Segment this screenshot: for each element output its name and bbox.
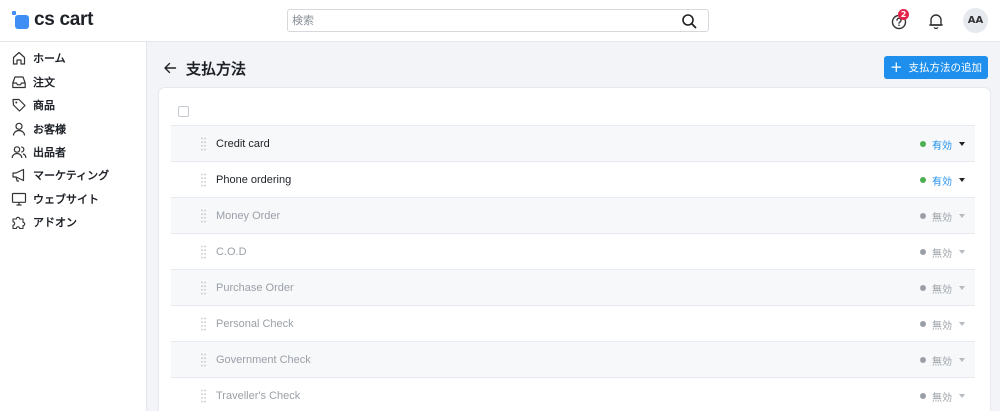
- caret-down-icon: [959, 394, 965, 398]
- sidebar-item-home[interactable]: ホーム: [0, 47, 146, 69]
- avatar[interactable]: AA: [963, 8, 988, 33]
- page-title: 支払方法: [186, 59, 247, 78]
- status-text: 無効: [932, 356, 952, 368]
- table-row[interactable]: C.O.D 無効: [171, 233, 975, 269]
- caret-down-icon: [959, 322, 965, 326]
- users-icon: [11, 146, 27, 159]
- sidebar-item-label: 注文: [33, 76, 55, 89]
- status-dot: [920, 177, 926, 183]
- caret-down-icon: [959, 142, 965, 146]
- sidebar-item-marketing[interactable]: マーケティング: [0, 164, 146, 186]
- tag-icon: [12, 98, 26, 112]
- sidebar-item-website[interactable]: ウェブサイト: [0, 188, 146, 210]
- status-dropdown[interactable]: 無効: [920, 234, 965, 270]
- user-icon: [12, 122, 26, 136]
- status-dropdown[interactable]: 無効: [920, 342, 965, 378]
- page-header: 支払方法: [163, 56, 246, 80]
- arrow-left-icon[interactable]: [163, 61, 177, 75]
- table-row[interactable]: Personal Check 無効: [171, 305, 975, 341]
- caret-down-icon: [959, 214, 965, 218]
- caret-down-icon: [959, 250, 965, 254]
- bell-icon[interactable]: [926, 11, 946, 31]
- sidebar-item-label: お客様: [33, 123, 66, 136]
- status-dot: [920, 393, 926, 399]
- payment-method-name[interactable]: Personal Check: [216, 306, 294, 342]
- caret-down-icon: [959, 178, 965, 182]
- status-dot: [920, 357, 926, 363]
- add-payment-method-button[interactable]: + 支払方法の追加: [884, 56, 988, 79]
- puzzle-icon: [12, 216, 26, 230]
- status-dropdown[interactable]: 無効: [920, 378, 965, 411]
- logo-text: cs cart: [34, 9, 94, 30]
- status-text: 無効: [932, 320, 952, 332]
- payment-method-name[interactable]: Traveller's Check: [216, 378, 300, 411]
- plus-icon: +: [889, 58, 903, 76]
- status-dot: [920, 141, 926, 147]
- add-button-label: 支払方法の追加: [908, 62, 983, 74]
- status-text: 有効: [932, 176, 952, 188]
- drag-handle-icon[interactable]: [201, 209, 206, 223]
- notification-badge: 2: [898, 9, 909, 20]
- caret-down-icon: [959, 358, 965, 362]
- status-text: 無効: [932, 248, 952, 260]
- sidebar-item-label: 出品者: [33, 146, 66, 159]
- payment-method-name[interactable]: Credit card: [216, 126, 270, 162]
- sidebar-item-label: アドオン: [33, 216, 77, 229]
- table-row[interactable]: Purchase Order 無効: [171, 269, 975, 305]
- payment-method-name[interactable]: Purchase Order: [216, 270, 294, 306]
- sidebar-item-customers[interactable]: お客様: [0, 118, 146, 140]
- payment-method-name[interactable]: C.O.D: [216, 234, 247, 270]
- sidebar-item-label: ホーム: [33, 52, 66, 65]
- monitor-icon: [11, 192, 27, 206]
- status-dot: [920, 321, 926, 327]
- sidebar-item-label: マーケティング: [33, 169, 110, 182]
- status-dropdown[interactable]: 無効: [920, 270, 965, 306]
- drag-handle-icon[interactable]: [201, 389, 206, 403]
- status-text: 無効: [932, 284, 952, 296]
- payment-method-name[interactable]: Phone ordering: [216, 162, 291, 198]
- sidebar-item-addons[interactable]: アドオン: [0, 211, 146, 233]
- drag-handle-icon[interactable]: [201, 173, 206, 187]
- sidebar-item-label: ウェブサイト: [33, 193, 99, 206]
- sidebar-item-products[interactable]: 商品: [0, 94, 146, 116]
- table-row[interactable]: Phone ordering 有効: [171, 161, 975, 197]
- search-box: [287, 9, 709, 32]
- sidebar: ホーム 注文 商品 お客様 出品者 マーケティング ウェブサイト アドオン: [0, 42, 147, 411]
- table-row[interactable]: Money Order 無効: [171, 197, 975, 233]
- status-dropdown[interactable]: 有効: [920, 162, 965, 198]
- payment-method-name[interactable]: Money Order: [216, 198, 280, 234]
- status-dot: [920, 285, 926, 291]
- status-dropdown[interactable]: 無効: [920, 306, 965, 342]
- sidebar-item-label: 商品: [33, 99, 55, 112]
- status-text: 有効: [932, 140, 952, 152]
- status-dropdown[interactable]: 有効: [920, 126, 965, 162]
- search-icon[interactable]: [681, 13, 697, 29]
- table-row[interactable]: Credit card 有効: [171, 125, 975, 161]
- logo[interactable]: cs cart: [12, 9, 94, 30]
- table-row[interactable]: Government Check 無効: [171, 341, 975, 377]
- search-input[interactable]: [288, 10, 678, 31]
- status-text: 無効: [932, 392, 952, 404]
- logo-icon: [12, 11, 30, 29]
- sidebar-item-vendors[interactable]: 出品者: [0, 141, 146, 163]
- caret-down-icon: [959, 286, 965, 290]
- status-dot: [920, 249, 926, 255]
- status-text: 無効: [932, 212, 952, 224]
- status-dropdown[interactable]: 無効: [920, 198, 965, 234]
- select-all-checkbox[interactable]: [178, 106, 189, 117]
- drag-handle-icon[interactable]: [201, 245, 206, 259]
- payment-method-name[interactable]: Government Check: [216, 342, 311, 378]
- status-dot: [920, 213, 926, 219]
- drag-handle-icon[interactable]: [201, 281, 206, 295]
- inbox-icon: [12, 76, 26, 89]
- drag-handle-icon[interactable]: [201, 137, 206, 151]
- megaphone-icon: [12, 168, 25, 182]
- home-icon: [12, 51, 26, 65]
- top-bar: cs cart 2 AA: [0, 0, 1000, 42]
- sidebar-item-orders[interactable]: 注文: [0, 71, 146, 93]
- drag-handle-icon[interactable]: [201, 353, 206, 367]
- table-row[interactable]: Traveller's Check 無効: [171, 377, 975, 411]
- drag-handle-icon[interactable]: [201, 317, 206, 331]
